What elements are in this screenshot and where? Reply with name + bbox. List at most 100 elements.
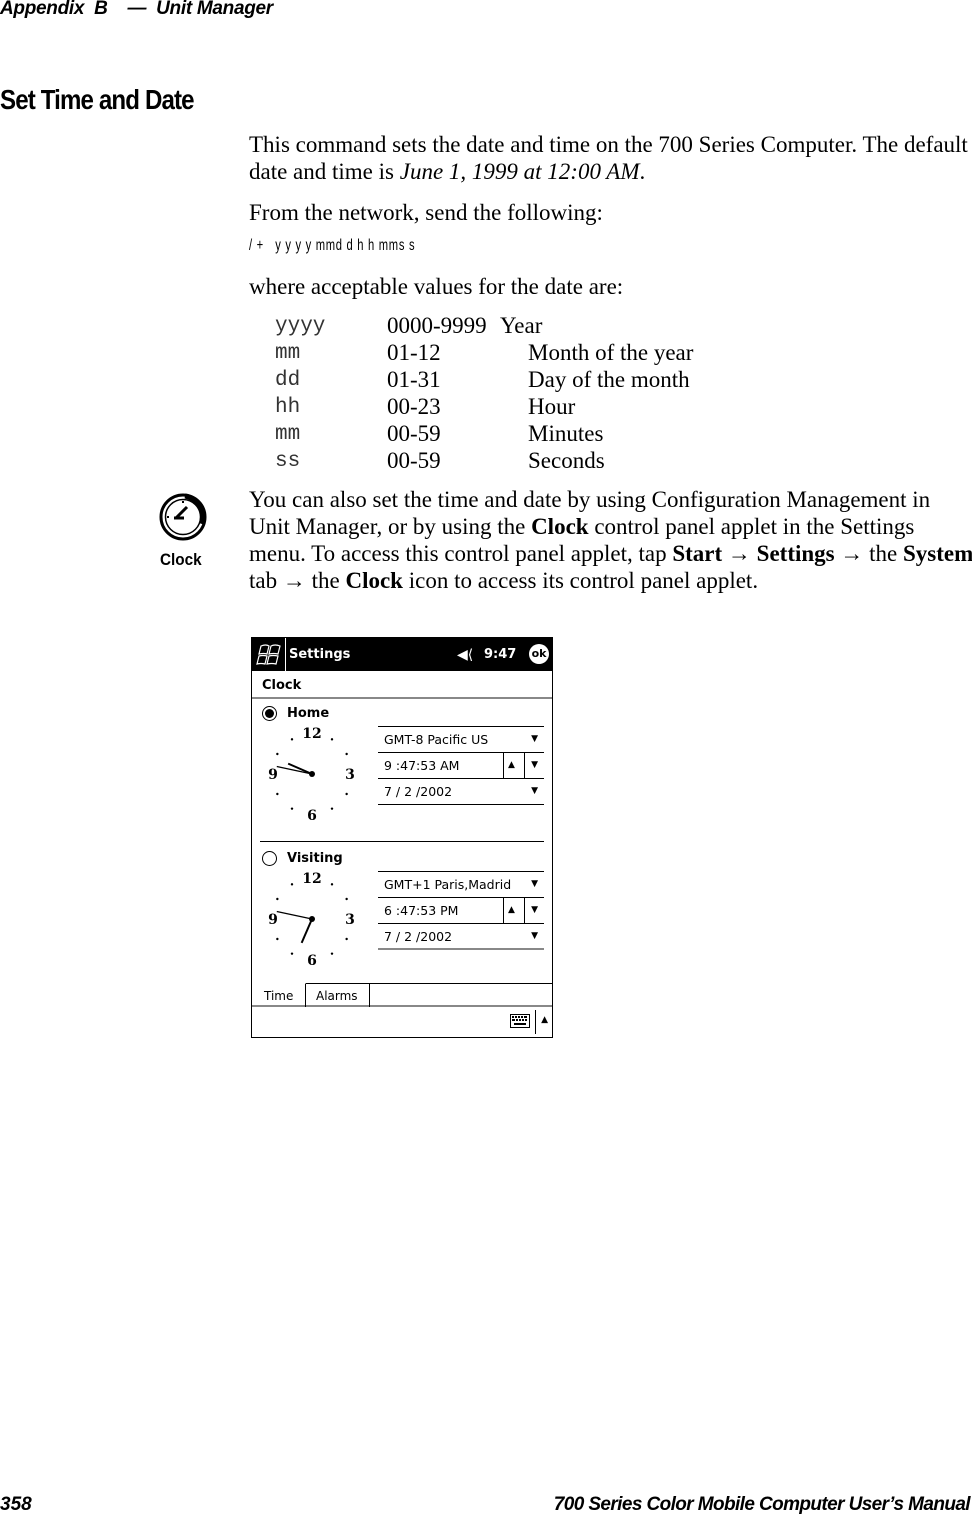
tab-alarms[interactable]: Alarms	[306, 983, 370, 1007]
home-time-spinner[interactable]: ▲ ▼	[503, 753, 544, 778]
home-time-input[interactable]: 9 :47:53 AM ▲ ▼	[378, 752, 544, 778]
dropdown-arrow-icon[interactable]: ▼	[531, 786, 538, 796]
header-dash: —	[127, 0, 147, 19]
clock-center	[309, 916, 315, 922]
minute-hand	[276, 910, 313, 920]
home-timezone-select[interactable]: GMT-8 Pacific US ▼	[378, 726, 544, 752]
value-desc: Seconds	[528, 448, 605, 473]
spin-down-icon[interactable]: ▼	[531, 760, 538, 770]
arrow-icon: →	[282, 568, 312, 593]
tab-alarms-label: Alarms	[316, 989, 358, 1003]
spin-up-icon[interactable]: ▲	[508, 905, 515, 915]
note-bold-settings: Settings	[756, 541, 835, 566]
spin-down-icon[interactable]: ▼	[531, 905, 538, 915]
dropdown-arrow-icon[interactable]: ▼	[531, 931, 538, 941]
navigation-bar: Settings ◀︎⟨ 9:47 ok	[252, 638, 552, 671]
note-bold-system: System	[902, 541, 972, 566]
value-code: mm	[275, 342, 301, 365]
manual-title: 700 Series Color Mobile Computer User’s …	[553, 1494, 971, 1515]
value-range: 00-23	[387, 394, 441, 419]
clock-tick	[290, 807, 294, 810]
value-code: yyyy	[275, 315, 326, 338]
speaker-muted-icon[interactable]: ◀︎⟨	[457, 647, 473, 663]
page-number: 358	[0, 1494, 32, 1515]
nav-separator	[285, 638, 286, 671]
ok-button[interactable]: ok	[529, 644, 549, 664]
clock-tick	[345, 752, 348, 756]
dropdown-arrow-icon[interactable]: ▼	[531, 734, 538, 744]
value-range: 00-59	[387, 448, 441, 473]
value-range: 01-31	[387, 367, 441, 392]
clock-numeral: 9	[268, 912, 278, 928]
value-range: 0000-9999	[387, 313, 487, 338]
visiting-label: Visiting	[287, 851, 343, 866]
value-desc: Day of the month	[528, 367, 690, 392]
clock-numeral: 6	[307, 953, 317, 967]
clock-tick	[276, 937, 279, 941]
value-desc: Year	[500, 313, 543, 338]
home-label: Home	[287, 706, 330, 721]
home-date-value: 7 / 2 /2002	[384, 784, 453, 799]
value-code: mm	[275, 423, 301, 446]
clock-tick	[345, 792, 348, 796]
note-bold-start: Start	[672, 541, 723, 566]
zone-visiting: Visiting 12 3 6 9 GMT+1 Paris,Madrid ▼ 6 :47…	[252, 845, 552, 985]
home-radio[interactable]	[262, 706, 277, 721]
visiting-time-input[interactable]: 6 :47:53 PM ▲ ▼	[378, 897, 544, 923]
value-desc: Hour	[528, 394, 576, 419]
clock-tick	[330, 807, 334, 810]
value-range: 01-12	[387, 340, 441, 365]
windows-start-icon[interactable]	[256, 643, 282, 667]
tab-time-label: Time	[264, 989, 294, 1003]
visiting-date-select[interactable]: 7 / 2 /2002 ▼	[378, 923, 544, 950]
zone-home: Home 12 3 6 9 GMT-8 Pacific US ▼ 9 :47:53 AM…	[252, 700, 552, 840]
zone-divider	[260, 841, 544, 842]
clock-tick	[276, 752, 279, 756]
clock-tick	[290, 738, 294, 741]
minute-hand	[276, 765, 313, 775]
clock-icon-label: Clock	[160, 550, 202, 569]
clock-tick	[290, 883, 294, 886]
visiting-timezone-select[interactable]: GMT+1 Paris,Madrid ▼	[378, 871, 544, 897]
section-title: Set Time and Date	[0, 84, 195, 115]
clock-tick	[330, 738, 334, 741]
value-desc: Month of the year	[528, 340, 694, 365]
intro-period: .	[639, 159, 646, 184]
clock-tick	[330, 883, 334, 886]
home-date-select[interactable]: 7 / 2 /2002 ▼	[378, 778, 544, 805]
note-text: icon to access its control panel applet.	[402, 568, 759, 593]
home-analog-clock: 12 3 6 9	[268, 726, 355, 822]
arrow-icon: →	[722, 541, 757, 566]
visiting-analog-clock: 12 3 6 9	[268, 871, 355, 967]
chapter-label: Unit Manager	[156, 0, 273, 19]
clock-center	[309, 771, 315, 777]
appendix-label: Appendix B	[0, 0, 108, 19]
note-text: tab	[249, 568, 283, 593]
clock-icon	[159, 493, 207, 541]
home-time-value: 9 :47:53 AM	[384, 758, 460, 773]
keyboard-icon[interactable]	[510, 1014, 530, 1028]
clock-numeral: 12	[302, 871, 321, 887]
intro-paragraph: This command sets the date and time on t…	[249, 131, 969, 185]
hour-hand	[287, 762, 313, 775]
clock-tick	[290, 952, 294, 955]
hour-hand	[300, 918, 313, 944]
note-text: the	[311, 568, 346, 593]
value-code: dd	[275, 369, 301, 392]
sip-menu-arrow-icon[interactable]: ▲	[541, 1015, 548, 1025]
value-desc: Minutes	[528, 421, 604, 446]
clock-numeral: 9	[268, 767, 278, 783]
dropdown-arrow-icon[interactable]: ▼	[531, 879, 538, 889]
clock-tick	[276, 792, 279, 796]
spin-up-icon[interactable]: ▲	[508, 760, 515, 770]
clock-numeral: 6	[307, 808, 317, 822]
visiting-radio[interactable]	[262, 851, 277, 866]
value-range: 00-59	[387, 421, 441, 446]
visiting-time-spinner[interactable]: ▲ ▼	[503, 898, 544, 923]
note-paragraph: You can also set the time and date by us…	[249, 486, 972, 594]
tab-time[interactable]: Time	[252, 983, 306, 1007]
arrow-icon: →	[834, 541, 870, 566]
visiting-timezone-value: GMT+1 Paris,Madrid	[384, 877, 512, 892]
home-timezone-value: GMT-8 Pacific US	[384, 732, 489, 747]
nav-clock[interactable]: 9:47	[484, 647, 516, 662]
